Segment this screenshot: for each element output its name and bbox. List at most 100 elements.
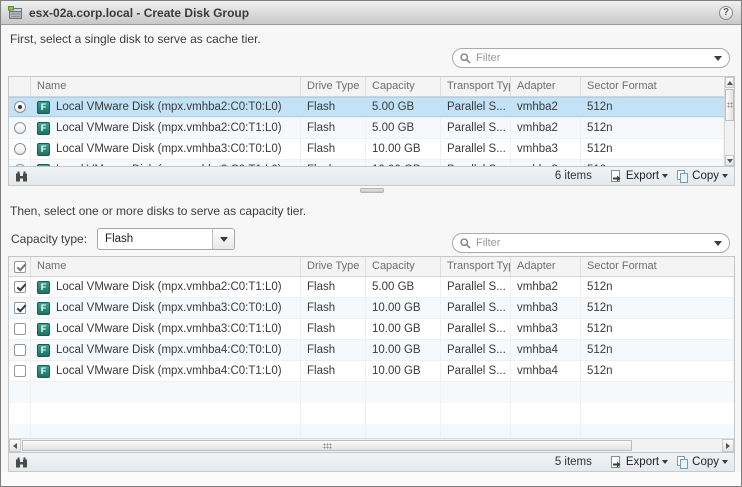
- export-button[interactable]: Export: [610, 456, 668, 469]
- export-button[interactable]: Export: [610, 170, 668, 183]
- adapter-value: vmhba3: [511, 139, 581, 159]
- disk-radio-button[interactable]: [14, 122, 26, 134]
- capacity-type-select[interactable]: Flash: [97, 228, 235, 250]
- disk-checkbox[interactable]: [14, 344, 26, 356]
- table-row[interactable]: FLocal VMware Disk (mpx.vmhba3:C0:T1:L0)…: [9, 319, 734, 340]
- drive-type-value: Flash: [301, 97, 366, 117]
- table-row[interactable]: FLocal VMware Disk (mpx.vmhba4:C0:T0:L0)…: [9, 340, 734, 361]
- table-row[interactable]: F Local VMware Disk (mpx.vmhba3:C0:T0:L0)…: [9, 139, 724, 160]
- table-row[interactable]: FLocal VMware Disk (mpx.vmhba2:C0:T1:L0)…: [9, 118, 724, 139]
- disk-radio-button[interactable]: [14, 143, 26, 155]
- column-header-name[interactable]: Name: [31, 257, 301, 276]
- adapter-value: vmhba3: [511, 160, 581, 167]
- find-icon[interactable]: [15, 457, 28, 468]
- drive-type-value: Flash: [301, 277, 366, 297]
- adapter-value: vmhba3: [511, 298, 581, 318]
- disk-radio-button[interactable]: [14, 101, 26, 113]
- column-header-drive-type[interactable]: Drive Type: [301, 257, 366, 276]
- dialog-titlebar: esx-02a.corp.local - Create Disk Group ?: [1, 1, 741, 25]
- copy-icon: [676, 456, 689, 469]
- capacity-tier-instruction: Then, select one or more disks to serve …: [10, 204, 306, 218]
- transport-type-value: Parallel S...: [441, 160, 511, 167]
- table-row[interactable]: FLocal VMware Disk (mpx.vmhba3:C0:T0:L0)…: [9, 298, 734, 319]
- table-row[interactable]: FLocal VMware Disk (mpx.vmhba4:C0:T1:L0)…: [9, 361, 734, 382]
- scroll-left-button[interactable]: [9, 439, 21, 452]
- transport-type-value: Parallel S...: [441, 118, 511, 138]
- scroll-right-button[interactable]: [722, 439, 734, 452]
- flash-disk-icon: F: [37, 143, 50, 156]
- flash-disk-icon: F: [37, 344, 50, 357]
- adapter-value: vmhba2: [511, 97, 581, 117]
- cache-filter-box[interactable]: [452, 48, 730, 68]
- sector-format-value: 512n: [581, 97, 724, 117]
- filter-dropdown-caret-icon[interactable]: [714, 241, 722, 246]
- scrollbar-thumb[interactable]: [725, 89, 734, 121]
- capacity-value: 10.00 GB: [366, 139, 441, 159]
- disk-name-cell: FLocal VMware Disk (mpx.vmhba2:C0:T1:L0): [31, 277, 301, 297]
- column-header-name[interactable]: Name: [31, 77, 301, 96]
- disk-name-cell: FLocal VMware Disk (mpx.vmhba3:C0:T1:L0): [31, 160, 301, 167]
- transport-type-value: Parallel S...: [441, 340, 511, 360]
- horizontal-scrollbar[interactable]: [9, 438, 734, 452]
- find-icon[interactable]: [15, 171, 28, 182]
- sector-format-value: 512n: [581, 340, 734, 360]
- adapter-value: vmhba4: [511, 361, 581, 381]
- capacity-filter-box[interactable]: [452, 233, 730, 253]
- copy-button[interactable]: Copy: [676, 170, 728, 183]
- column-header-transport-type[interactable]: Transport Type: [441, 257, 511, 276]
- disk-name-cell: FLocal VMware Disk (mpx.vmhba3:C0:T0:L0): [31, 298, 301, 318]
- column-header-sector-format[interactable]: Sector Format: [581, 77, 724, 96]
- scroll-up-button[interactable]: [725, 77, 734, 88]
- row-selector-cell: [9, 139, 31, 159]
- help-icon[interactable]: ?: [719, 6, 733, 20]
- disk-checkbox[interactable]: [14, 302, 26, 314]
- dialog-title: esx-02a.corp.local - Create Disk Group: [29, 6, 249, 20]
- column-header-transport-type[interactable]: Transport Type: [441, 77, 511, 96]
- transport-type-value: Parallel S...: [441, 277, 511, 297]
- column-header-adapter[interactable]: Adapter: [511, 77, 581, 96]
- select-dropdown-button[interactable]: [212, 229, 234, 249]
- disk-checkbox[interactable]: [14, 323, 26, 335]
- host-icon: [8, 6, 23, 20]
- disk-name-cell: FLocal VMware Disk (mpx.vmhba2:C0:T0:L0): [31, 97, 301, 117]
- drive-type-value: Flash: [301, 298, 366, 318]
- row-selector-cell: [9, 340, 31, 360]
- create-disk-group-dialog: esx-02a.corp.local - Create Disk Group ?…: [0, 0, 742, 487]
- capacity-filter-input[interactable]: [476, 237, 714, 249]
- cache-filter-input[interactable]: [476, 52, 714, 64]
- disk-checkbox[interactable]: [14, 365, 26, 377]
- transport-type-value: Parallel S...: [441, 139, 511, 159]
- transport-type-value: Parallel S...: [441, 97, 511, 117]
- column-header-capacity[interactable]: Capacity: [366, 77, 441, 96]
- disk-checkbox[interactable]: [14, 281, 26, 293]
- disk-name: Local VMware Disk (mpx.vmhba3:C0:T0:L0): [56, 143, 282, 155]
- disk-name-cell: FLocal VMware Disk (mpx.vmhba2:C0:T1:L0): [31, 118, 301, 138]
- table-row[interactable]: FLocal VMware Disk (mpx.vmhba3:C0:T1:L0)…: [9, 160, 724, 167]
- copy-caret-icon: [722, 460, 728, 464]
- scroll-down-button[interactable]: [725, 155, 734, 166]
- table-row[interactable]: FLocal VMware Disk (mpx.vmhba2:C0:T1:L0)…: [9, 277, 734, 298]
- filter-dropdown-caret-icon[interactable]: [714, 56, 722, 61]
- capacity-value: 5.00 GB: [366, 118, 441, 138]
- select-all-checkbox[interactable]: [14, 261, 26, 273]
- row-selector-cell: [9, 118, 31, 138]
- column-header-sector-format[interactable]: Sector Format: [581, 257, 734, 276]
- capacity-type-label: Capacity type:: [11, 232, 87, 246]
- empty-table-area: [9, 382, 734, 438]
- flash-disk-icon: F: [37, 101, 50, 114]
- cache-table-header: NameDrive TypeCapacityTransport TypeAdap…: [9, 77, 724, 97]
- adapter-value: vmhba3: [511, 319, 581, 339]
- copy-button[interactable]: Copy: [676, 456, 728, 469]
- column-header-drive-type[interactable]: Drive Type: [301, 77, 366, 96]
- vertical-scrollbar[interactable]: [724, 77, 734, 166]
- column-header-capacity[interactable]: Capacity: [366, 257, 441, 276]
- capacity-table-header: NameDrive TypeCapacityTransport TypeAdap…: [9, 257, 734, 277]
- pane-splitter-handle[interactable]: [360, 188, 384, 193]
- drive-type-value: Flash: [301, 340, 366, 360]
- capacity-value: 5.00 GB: [366, 97, 441, 117]
- scrollbar-thumb[interactable]: [22, 440, 632, 451]
- disk-name-cell: F Local VMware Disk (mpx.vmhba3:C0:T0:L0): [31, 139, 301, 159]
- table-row[interactable]: FLocal VMware Disk (mpx.vmhba2:C0:T0:L0)…: [9, 97, 724, 118]
- row-selector-cell: [9, 97, 31, 117]
- column-header-adapter[interactable]: Adapter: [511, 257, 581, 276]
